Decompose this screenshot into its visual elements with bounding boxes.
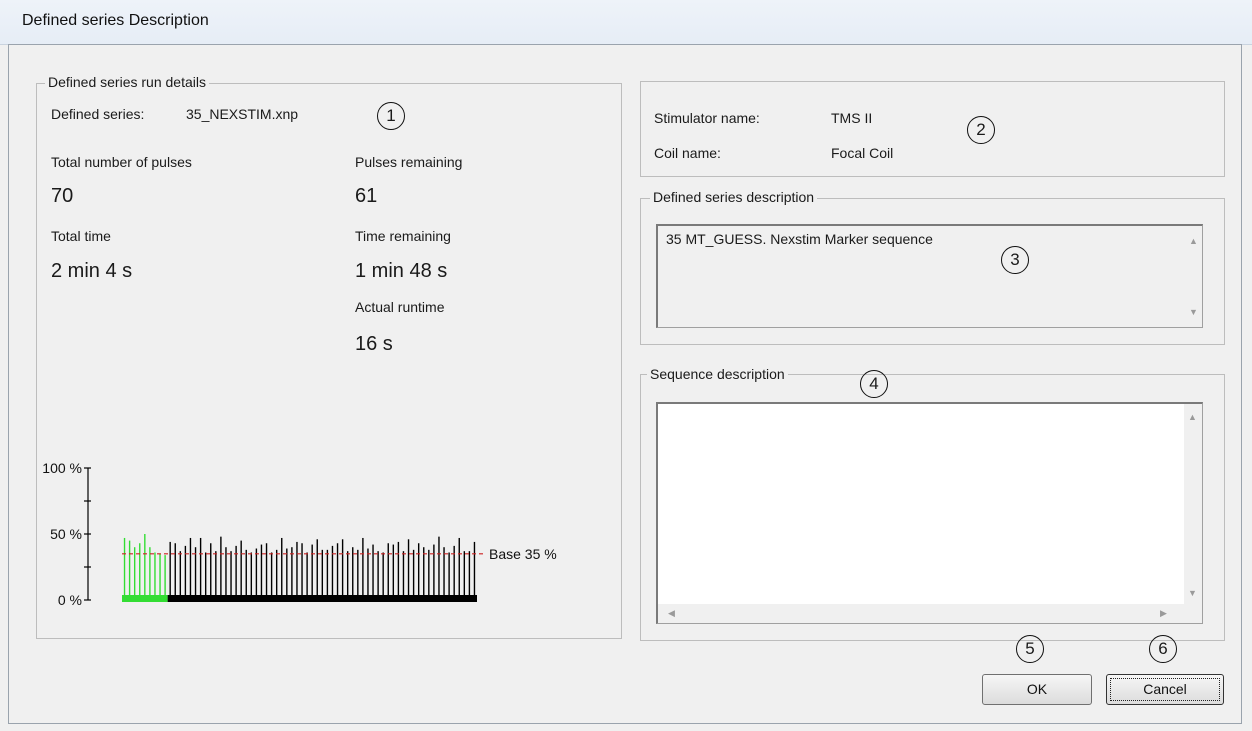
scroll-down-icon[interactable]: ▼ xyxy=(1188,588,1197,598)
pending-progress-bar xyxy=(167,595,477,602)
focus-ring xyxy=(1110,678,1220,701)
callout-5: 5 xyxy=(1016,635,1044,663)
cancel-button[interactable]: Cancel xyxy=(1106,674,1224,705)
ok-button[interactable]: OK xyxy=(982,674,1092,705)
ok-button-label: OK xyxy=(1026,681,1048,697)
scroll-up-icon[interactable]: ▲ xyxy=(1188,412,1197,422)
window-title: Defined series Description xyxy=(22,12,209,29)
total-pulses-value: 70 xyxy=(51,185,74,207)
callout-2: 2 xyxy=(967,116,995,144)
base-label: Base 35 % xyxy=(489,546,557,562)
sequence-horizontal-scrollbar[interactable]: ◀ ▶ xyxy=(658,604,1202,623)
y-tick-label: 0 % xyxy=(58,592,82,608)
sequence-description-textbox[interactable]: ▲ ▼ ◀ ▶ xyxy=(656,402,1203,624)
pulse-intensity-chart: 100 % 50 % 0 % Base 35 % xyxy=(42,460,557,608)
total-time-label: Total time xyxy=(51,228,111,244)
time-remaining-label: Time remaining xyxy=(355,228,451,244)
stimulator-group xyxy=(640,81,1225,177)
pulses-remaining-value: 61 xyxy=(355,185,378,207)
stimulator-name-value: TMS II xyxy=(831,110,873,126)
y-tick-label: 100 % xyxy=(42,460,82,476)
sequence-description-legend: Sequence description xyxy=(647,366,788,382)
scroll-down-icon[interactable]: ▼ xyxy=(1189,307,1198,317)
run-details-legend: Defined series run details xyxy=(45,74,209,90)
callout-4: 4 xyxy=(860,370,888,398)
scroll-left-icon[interactable]: ◀ xyxy=(668,608,675,619)
defined-series-value: 35_NEXSTIM.xnp xyxy=(186,106,299,122)
scroll-right-icon[interactable]: ▶ xyxy=(1160,608,1167,619)
callout-3: 3 xyxy=(1001,246,1029,274)
defined-series-label: Defined series: xyxy=(51,106,145,122)
series-description-textbox[interactable]: 35 MT_GUESS. Nexstim Marker sequence ▲ ▼ xyxy=(656,224,1203,328)
total-pulses-label: Total number of pulses xyxy=(51,154,192,170)
delivered-progress-bar xyxy=(122,595,168,602)
series-description-scrollbar[interactable]: ▲ ▼ xyxy=(1185,226,1202,327)
callout-1: 1 xyxy=(377,102,405,130)
coil-name-label: Coil name: xyxy=(654,145,721,161)
series-description-legend: Defined series description xyxy=(650,189,818,205)
stimulator-name-label: Stimulator name: xyxy=(654,110,760,126)
sequence-vertical-scrollbar[interactable]: ▲ ▼ xyxy=(1184,404,1202,604)
pulses-remaining-label: Pulses remaining xyxy=(355,154,463,170)
scroll-up-icon[interactable]: ▲ xyxy=(1189,236,1198,246)
actual-runtime-value: 16 s xyxy=(355,333,393,355)
series-description-text: 35 MT_GUESS. Nexstim Marker sequence xyxy=(666,231,933,247)
total-time-value: 2 min 4 s xyxy=(51,260,133,282)
time-remaining-value: 1 min 48 s xyxy=(355,260,448,282)
actual-runtime-label: Actual runtime xyxy=(355,299,445,315)
coil-name-value: Focal Coil xyxy=(831,145,894,161)
y-tick-label: 50 % xyxy=(50,526,82,542)
callout-6: 6 xyxy=(1149,635,1177,663)
